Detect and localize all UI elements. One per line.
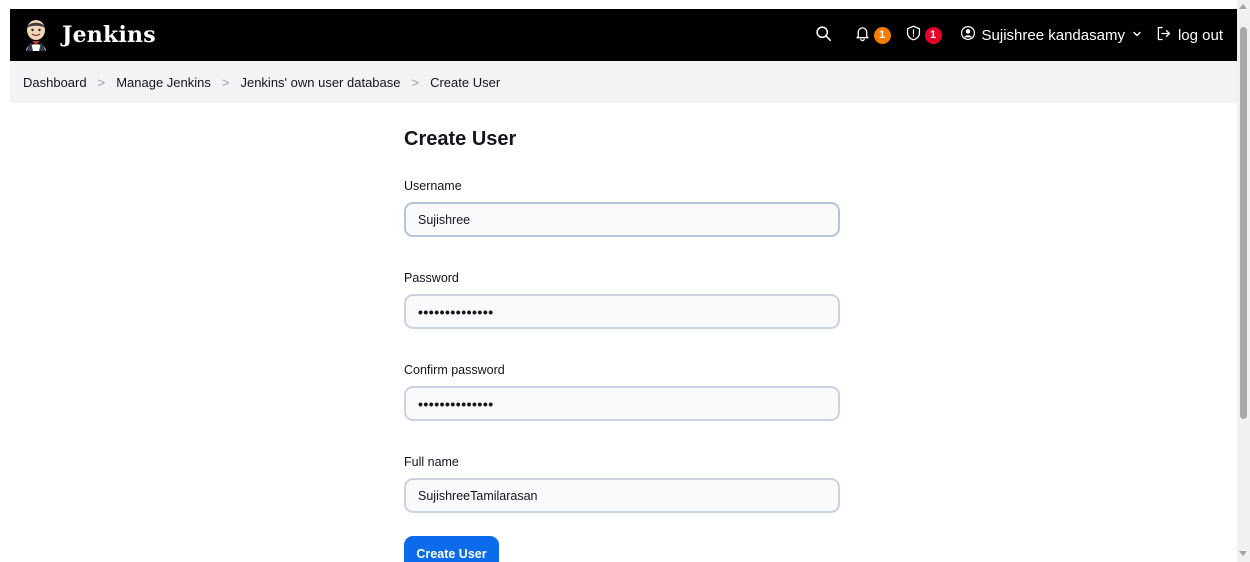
username-field-group: Username Sujishree bbox=[404, 179, 840, 237]
password-label: Password bbox=[404, 271, 459, 285]
brand-name: Jenkins bbox=[62, 22, 156, 48]
confirm-password-value: •••••••••••••• bbox=[418, 395, 494, 412]
scroll-up-arrow-icon[interactable] bbox=[1239, 4, 1247, 9]
jenkins-logo-icon bbox=[22, 19, 50, 51]
full-name-label: Full name bbox=[404, 455, 459, 469]
chevron-right-icon: > bbox=[97, 74, 106, 90]
confirm-password-field-group: Confirm password •••••••••••••• bbox=[404, 363, 840, 421]
breadcrumb-create-user[interactable]: Create User bbox=[430, 75, 500, 90]
chevron-right-icon: > bbox=[411, 74, 420, 90]
jenkins-home-link[interactable]: Jenkins bbox=[22, 19, 156, 51]
password-input[interactable]: •••••••••••••• bbox=[404, 294, 840, 329]
search-icon bbox=[815, 25, 832, 46]
search-button[interactable] bbox=[815, 19, 832, 51]
create-user-button[interactable]: Create User bbox=[404, 536, 499, 562]
username-value: Sujishree bbox=[418, 212, 471, 227]
logout-label: log out bbox=[1177, 26, 1223, 44]
bell-icon bbox=[854, 24, 871, 46]
breadcrumb-dashboard[interactable]: Dashboard bbox=[23, 75, 87, 90]
page-title: Create User bbox=[404, 128, 517, 150]
notifications-badge: 1 bbox=[873, 26, 891, 44]
username-label: Username bbox=[404, 179, 462, 193]
logout-link[interactable]: log out bbox=[1155, 25, 1223, 46]
security-badge: 1 bbox=[924, 26, 942, 44]
chevron-right-icon: > bbox=[221, 74, 230, 90]
full-name-value: SujishreeTamilarasan bbox=[418, 488, 538, 503]
page: Jenkins 1 1 Sujishree kandasamy log out … bbox=[0, 0, 1250, 562]
logout-icon bbox=[1155, 25, 1172, 46]
user-name: Sujishree kandasamy bbox=[981, 26, 1125, 44]
full-name-field-group: Full name SujishreeTamilarasan bbox=[404, 455, 840, 513]
create-user-form: Create User Username Sujishree Password … bbox=[404, 128, 840, 562]
vertical-scrollbar[interactable] bbox=[1237, 0, 1250, 562]
confirm-password-label: Confirm password bbox=[404, 363, 505, 377]
header-actions: 1 1 Sujishree kandasamy log out bbox=[815, 9, 1237, 61]
password-field-group: Password •••••••••••••• bbox=[404, 271, 840, 329]
top-navigation-bar: Jenkins 1 1 Sujishree kandasamy log out bbox=[10, 9, 1237, 61]
breadcrumb-user-database[interactable]: Jenkins' own user database bbox=[240, 75, 400, 90]
confirm-password-input[interactable]: •••••••••••••• bbox=[404, 386, 840, 421]
username-input[interactable]: Sujishree bbox=[404, 202, 840, 237]
full-name-input[interactable]: SujishreeTamilarasan bbox=[404, 478, 840, 513]
user-avatar-icon bbox=[960, 25, 976, 45]
shield-icon bbox=[905, 24, 922, 46]
notifications-button[interactable]: 1 bbox=[854, 19, 891, 51]
breadcrumb-manage-jenkins[interactable]: Manage Jenkins bbox=[116, 75, 211, 90]
security-button[interactable]: 1 bbox=[905, 19, 942, 51]
user-menu[interactable]: Sujishree kandasamy bbox=[960, 25, 1143, 45]
breadcrumb: Dashboard > Manage Jenkins > Jenkins' ow… bbox=[10, 61, 1237, 103]
scrollbar-thumb[interactable] bbox=[1240, 27, 1247, 419]
password-value: •••••••••••••• bbox=[418, 303, 494, 320]
chevron-down-icon bbox=[1131, 27, 1143, 44]
scroll-down-arrow-icon[interactable] bbox=[1239, 551, 1247, 556]
